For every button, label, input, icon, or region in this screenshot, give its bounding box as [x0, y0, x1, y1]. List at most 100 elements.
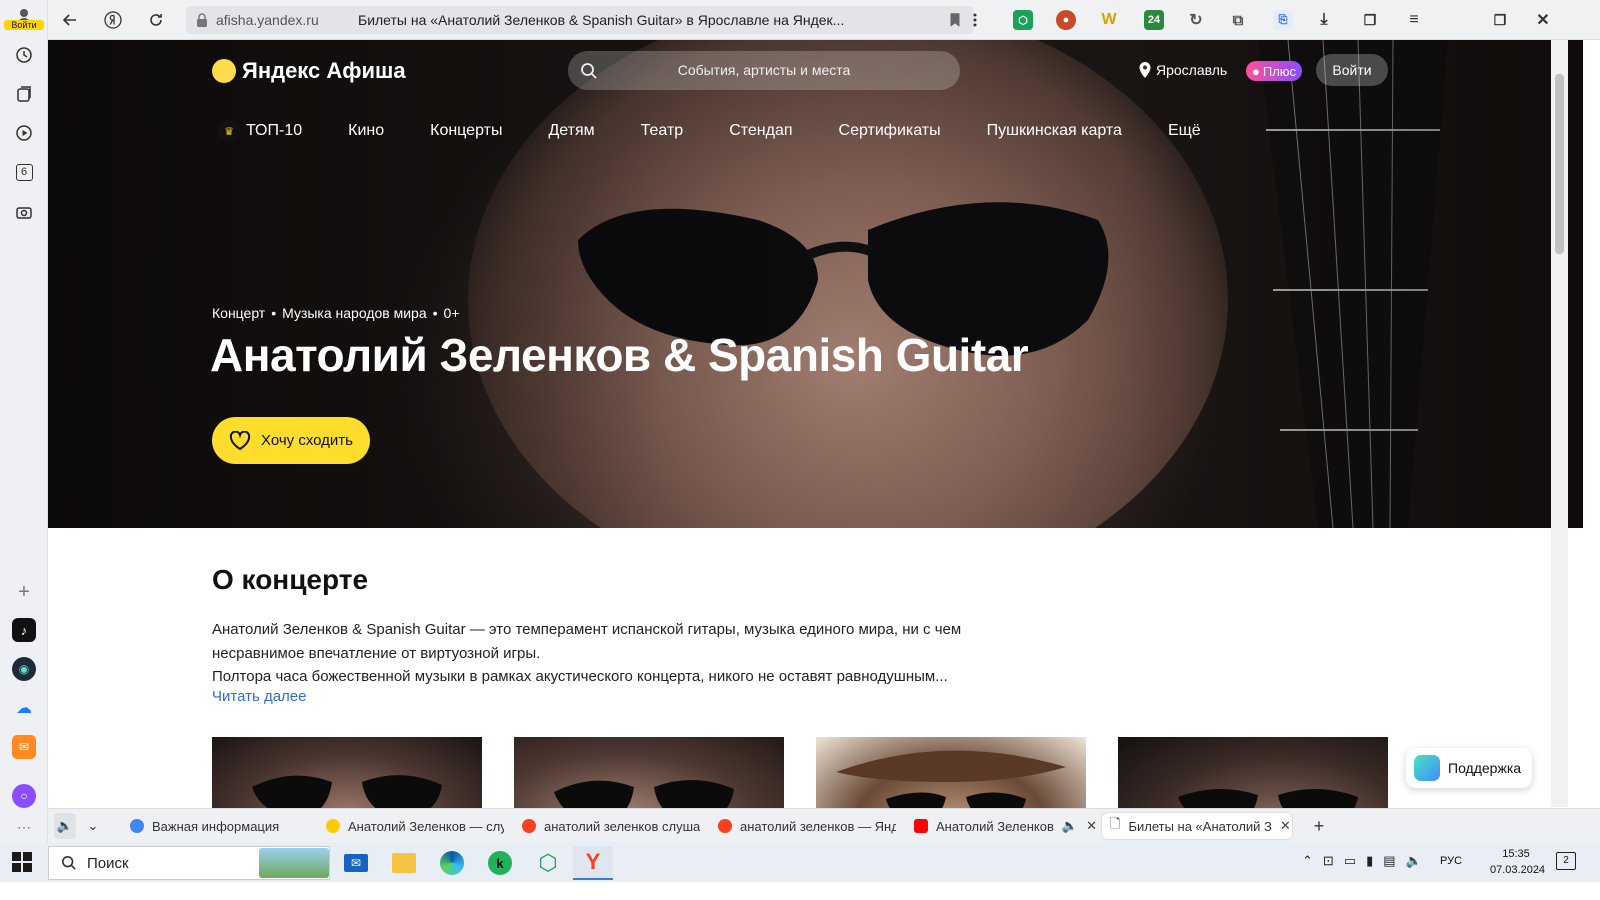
extension-translate-icon[interactable]: ⎘ [1273, 10, 1293, 30]
tab-item[interactable]: Анатолий Зеленков 🔈 ✕ [914, 813, 1098, 839]
windows-taskbar: Поиск ✉ k ⬡ Y ⌃ ⊡ ▭ ▮ ▤ 🔈 РУС 15:35 07.0… [0, 842, 1600, 882]
want-to-go-button[interactable]: Хочу сходить [212, 417, 370, 464]
yandex-home-button[interactable] [100, 7, 126, 33]
tray-chevron-up-icon[interactable]: ⌃ [1302, 853, 1313, 869]
tab-title: Анатолий Зеленков — слу [348, 818, 504, 834]
page-scrollbar[interactable] [1551, 40, 1568, 807]
extension-puzzle-icon[interactable]: ⧉ [1228, 10, 1248, 30]
more-menu-button[interactable] [962, 7, 988, 33]
edge-icon [440, 851, 464, 875]
taskbar-hexagon-app[interactable]: ⬡ [528, 846, 568, 880]
tray-camera-icon[interactable]: ⊡ [1323, 853, 1334, 869]
tab-item-active[interactable]: 🗋 Билеты на «Анатолий З ✕ [1102, 813, 1292, 839]
yandex-browser-icon: Y [585, 849, 601, 874]
nav-item-more[interactable]: Ещё [1168, 122, 1201, 140]
collections-icon[interactable]: ❐ [1360, 10, 1380, 30]
sidebar-login-label[interactable]: Войти [4, 20, 44, 30]
yandex-afisha-logo[interactable]: Яндекс Афиша [212, 58, 406, 84]
extension-hexagon-icon[interactable]: ⬡ [1013, 10, 1033, 30]
history-button[interactable] [12, 43, 36, 67]
tray-battery-icon[interactable]: ▮ [1366, 853, 1373, 869]
cloud-app-icon[interactable]: ☁ [12, 696, 36, 720]
clock-time: 15:35 [1502, 848, 1530, 860]
extension-24-icon[interactable]: 24 [1144, 10, 1164, 30]
nav-item-cinema[interactable]: Кино [348, 122, 384, 140]
crown-icon: ♛ [218, 120, 240, 142]
tab-item[interactable]: Важная информация [130, 813, 310, 839]
afisha-page: Яндекс Афиша События, артисты и места Яр… [48, 40, 1583, 825]
tab-item[interactable]: анатолий зеленков слуша [522, 813, 700, 839]
restore-window-icon[interactable]: ❐ [1490, 10, 1510, 30]
folder-icon [392, 853, 416, 873]
extension-refresh-icon[interactable]: ↻ [1186, 10, 1206, 30]
browser-toolbar: afisha.yandex.ru Билеты на «Анатолий Зел… [0, 0, 1600, 40]
tab-title: Билеты на «Анатолий З [1128, 818, 1272, 834]
reload-button[interactable] [143, 7, 169, 33]
taskbar-yandex-browser-app[interactable]: Y [573, 846, 613, 880]
add-sidebar-item-button[interactable]: + [12, 580, 36, 604]
windows-start-icon[interactable] [12, 852, 32, 872]
tab-audio-icon[interactable]: 🔈 [1062, 818, 1078, 834]
event-title: Анатолий Зеленков & Spanish Guitar [210, 329, 1029, 381]
taskbar-edge-app[interactable] [432, 846, 472, 880]
windows-search-input[interactable]: Поиск [48, 846, 330, 880]
back-button[interactable] [57, 7, 83, 33]
tag-genre[interactable]: Музыка народов мира [282, 305, 427, 321]
nav-item-pushkin-card[interactable]: Пушкинская карта [987, 122, 1122, 140]
tray-display-icon[interactable]: ▭ [1344, 853, 1356, 869]
location-pin-icon [1139, 62, 1151, 78]
address-bar[interactable]: afisha.yandex.ru Билеты на «Анатолий Зел… [186, 6, 974, 34]
taskbar-explorer-app[interactable] [384, 846, 424, 880]
video-button[interactable] [12, 121, 36, 145]
tab-list-dropdown[interactable]: ⌄ [82, 813, 104, 839]
tray-volume-icon[interactable]: 🔈 [1406, 853, 1422, 869]
tiktok-app-icon[interactable]: ♪ [12, 618, 36, 642]
extension-w-icon[interactable]: W [1099, 10, 1119, 30]
browser-sidebar: Войти 6 + ♪ ◉ ☁ ✉ ○ ⋯ [0, 0, 48, 858]
about-description: Анатолий Зеленков & Spanish Guitar — это… [212, 618, 1032, 689]
new-tab-button[interactable]: + [1306, 813, 1332, 839]
notifications-icon[interactable]: 2 [1556, 852, 1576, 870]
google-favicon-icon [130, 819, 144, 833]
event-tags: Концерт • Музыка народов мира • 0+ [212, 305, 460, 321]
nav-item-kids[interactable]: Детям [548, 122, 594, 140]
search-input[interactable]: События, артисты и места [568, 51, 960, 90]
taskbar-kaspersky-app[interactable]: k [480, 846, 520, 880]
counter-button[interactable]: 6 [12, 160, 36, 184]
sidebar-more-icon[interactable]: ⋯ [12, 815, 36, 839]
tray-network-icon[interactable]: ▤ [1383, 853, 1395, 869]
tab-audio-toggle[interactable]: 🔈 [54, 813, 76, 839]
hamburger-menu-icon[interactable]: ≡ [1404, 10, 1424, 30]
tab-close-icon[interactable]: ✕ [1086, 818, 1097, 834]
support-button[interactable]: Поддержка [1406, 748, 1532, 788]
read-more-link[interactable]: Читать далее [212, 688, 306, 705]
collections-sidebar-button[interactable] [12, 82, 36, 106]
downloads-icon[interactable]: ⤓ [1314, 10, 1334, 30]
login-button[interactable]: Войти [1316, 54, 1388, 86]
tag-type[interactable]: Концерт [212, 305, 265, 321]
screenshot-button[interactable] [12, 200, 36, 224]
tab-close-icon[interactable]: ✕ [1280, 818, 1291, 834]
arrow-left-icon [62, 14, 76, 26]
nav-item-theatre[interactable]: Театр [641, 122, 684, 140]
scrollbar-thumb[interactable] [1555, 74, 1564, 254]
tab-page-title: Билеты на «Анатолий Зеленков & Spanish G… [358, 12, 845, 28]
input-language[interactable]: РУС [1440, 855, 1462, 867]
plus-badge[interactable]: ● Плюс [1246, 61, 1303, 81]
close-window-icon[interactable]: ✕ [1533, 10, 1553, 30]
nav-item-concerts[interactable]: Концерты [430, 122, 502, 140]
extension-avatar-icon[interactable]: ● [1056, 10, 1076, 30]
nav-item-standup[interactable]: Стендап [729, 122, 792, 140]
alice-app-icon[interactable]: ○ [12, 784, 36, 808]
taskbar-mail-app[interactable]: ✉ [336, 846, 376, 880]
mail-app-icon[interactable]: ✉ [12, 735, 36, 759]
yandex-favicon-icon [522, 819, 536, 833]
nav-item-top10[interactable]: ♛ ТОП-10 [218, 120, 302, 142]
nav-item-certificates[interactable]: Сертификаты [839, 122, 941, 140]
messenger-app-icon[interactable]: ◉ [12, 657, 36, 681]
tab-item[interactable]: анатолий зеленков — Янд [718, 813, 896, 839]
system-clock[interactable]: 15:35 07.03.2024 [1490, 846, 1545, 878]
about-line: несравнимое впечатление от виртуозной иг… [212, 644, 541, 662]
city-selector[interactable]: Ярославль [1138, 62, 1227, 78]
tab-item[interactable]: Анатолий Зеленков — слу [326, 813, 504, 839]
